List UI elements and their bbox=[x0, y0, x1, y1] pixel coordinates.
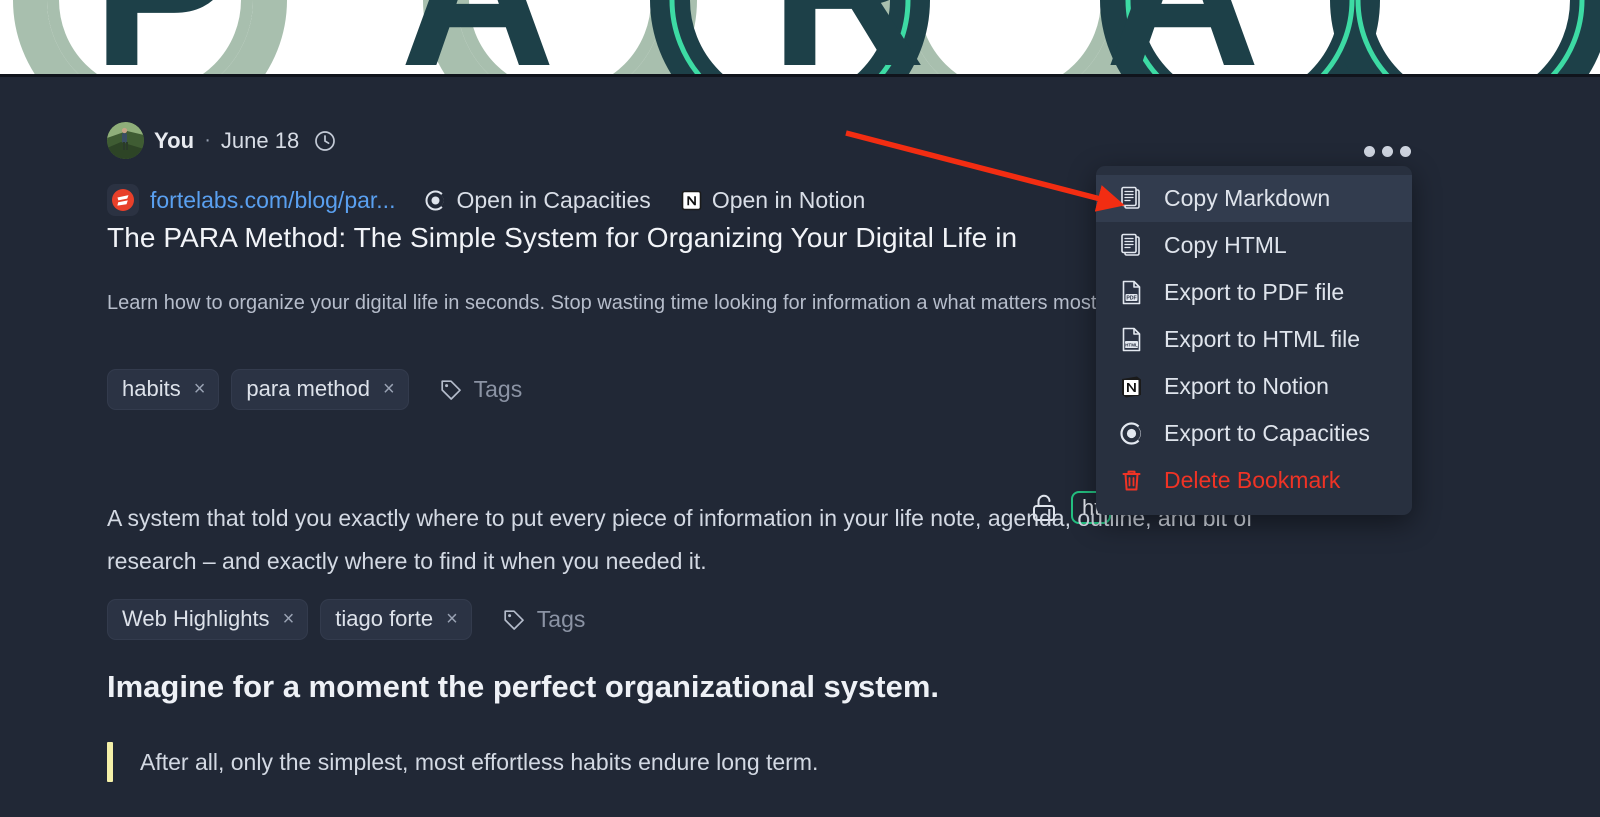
hero-banner: P A R A bbox=[0, 0, 1600, 74]
avatar bbox=[107, 122, 144, 159]
source-link-row: fortelabs.com/blog/par... Open in Capaci… bbox=[107, 184, 865, 216]
svg-text:HTML: HTML bbox=[1125, 342, 1138, 347]
meta-separator: · bbox=[204, 129, 211, 152]
ellipsis-icon bbox=[1382, 146, 1393, 157]
author-meta-row: You · June 18 bbox=[107, 122, 336, 159]
menu-item-label: Export to Capacities bbox=[1164, 420, 1370, 447]
menu-item-export-capacities[interactable]: Export to Capacities bbox=[1096, 410, 1412, 457]
svg-text:PDF: PDF bbox=[1126, 296, 1136, 302]
menu-item-label: Export to HTML file bbox=[1164, 326, 1360, 353]
app-root: P A R A bbox=[0, 0, 1600, 817]
author-name: You bbox=[154, 128, 194, 154]
menu-item-export-html[interactable]: HTML Export to HTML file bbox=[1096, 316, 1412, 363]
capacities-icon bbox=[1118, 420, 1145, 447]
tags-row-secondary: Web Highlights × tiago forte × Tags bbox=[107, 599, 585, 640]
html-file-icon: HTML bbox=[1118, 326, 1145, 353]
menu-item-copy-html[interactable]: Copy HTML bbox=[1096, 222, 1412, 269]
blockquote-text: After all, only the simplest, most effor… bbox=[113, 742, 818, 782]
export-context-menu: Copy Markdown Copy HTML PDF Export to PD… bbox=[1096, 166, 1412, 515]
tag-remove-icon[interactable]: × bbox=[446, 609, 458, 629]
add-tag-label: Tags bbox=[537, 606, 586, 633]
capacities-icon bbox=[424, 189, 447, 212]
menu-item-delete-bookmark[interactable]: Delete Bookmark bbox=[1096, 457, 1412, 504]
open-in-notion-button[interactable]: Open in Notion bbox=[680, 187, 865, 214]
open-in-notion-label: Open in Notion bbox=[712, 187, 865, 214]
tag-remove-icon[interactable]: × bbox=[194, 379, 206, 399]
ellipsis-icon bbox=[1364, 146, 1375, 157]
add-tag-button[interactable]: Tags bbox=[439, 376, 523, 403]
para-logo-graphic: P A R A bbox=[0, 0, 1600, 74]
post-date: June 18 bbox=[221, 128, 299, 154]
blockquote: After all, only the simplest, most effor… bbox=[107, 742, 818, 782]
tags-row-primary: habits × para method × Tags bbox=[107, 369, 522, 410]
notion-icon bbox=[680, 189, 703, 212]
tag-label: tiago forte bbox=[335, 606, 433, 632]
pdf-file-icon: PDF bbox=[1118, 279, 1145, 306]
svg-text:P: P bbox=[92, 0, 235, 74]
tag-chip[interactable]: para method × bbox=[231, 369, 408, 410]
tag-remove-icon[interactable]: × bbox=[383, 379, 395, 399]
tag-remove-icon[interactable]: × bbox=[283, 609, 295, 629]
avatar-photo bbox=[107, 122, 144, 159]
menu-item-label: Export to Notion bbox=[1164, 373, 1329, 400]
tag-label: para method bbox=[246, 376, 370, 402]
notion-icon bbox=[1118, 373, 1145, 400]
menu-item-copy-markdown[interactable]: Copy Markdown bbox=[1096, 175, 1412, 222]
tag-label: Web Highlights bbox=[122, 606, 270, 632]
fortelabs-favicon-icon bbox=[107, 184, 139, 216]
add-tag-label: Tags bbox=[474, 376, 523, 403]
source-url-link[interactable]: fortelabs.com/blog/par... bbox=[150, 187, 395, 214]
document-description: Learn how to organize your digital life … bbox=[107, 289, 1167, 318]
document-title: The PARA Method: The Simple System for O… bbox=[107, 222, 1017, 254]
tag-chip[interactable]: Web Highlights × bbox=[107, 599, 308, 640]
menu-item-label: Export to PDF file bbox=[1164, 279, 1344, 306]
more-options-button[interactable] bbox=[1364, 137, 1416, 165]
menu-item-export-pdf[interactable]: PDF Export to PDF file bbox=[1096, 269, 1412, 316]
svg-text:R: R bbox=[770, 0, 925, 74]
tag-icon bbox=[439, 378, 463, 402]
menu-item-export-notion[interactable]: Export to Notion bbox=[1096, 363, 1412, 410]
menu-item-label: Delete Bookmark bbox=[1164, 467, 1340, 494]
svg-text:A: A bbox=[1105, 0, 1260, 74]
copy-document-icon bbox=[1118, 185, 1145, 212]
clock-icon[interactable] bbox=[314, 130, 336, 152]
banner-divider bbox=[0, 74, 1600, 77]
ellipsis-icon bbox=[1400, 146, 1411, 157]
tag-chip[interactable]: habits × bbox=[107, 369, 219, 410]
trash-icon bbox=[1118, 467, 1145, 494]
open-in-capacities-button[interactable]: Open in Capacities bbox=[424, 187, 650, 214]
copy-document-icon bbox=[1118, 232, 1145, 259]
tag-icon bbox=[502, 608, 526, 632]
add-tag-button[interactable]: Tags bbox=[502, 606, 586, 633]
menu-item-label: Copy HTML bbox=[1164, 232, 1287, 259]
menu-item-label: Copy Markdown bbox=[1164, 185, 1330, 212]
section-heading: Imagine for a moment the perfect organiz… bbox=[107, 669, 939, 705]
tag-label: habits bbox=[122, 376, 181, 402]
tag-chip[interactable]: tiago forte × bbox=[320, 599, 472, 640]
open-in-capacities-label: Open in Capacities bbox=[456, 187, 650, 214]
svg-text:A: A bbox=[400, 0, 555, 74]
